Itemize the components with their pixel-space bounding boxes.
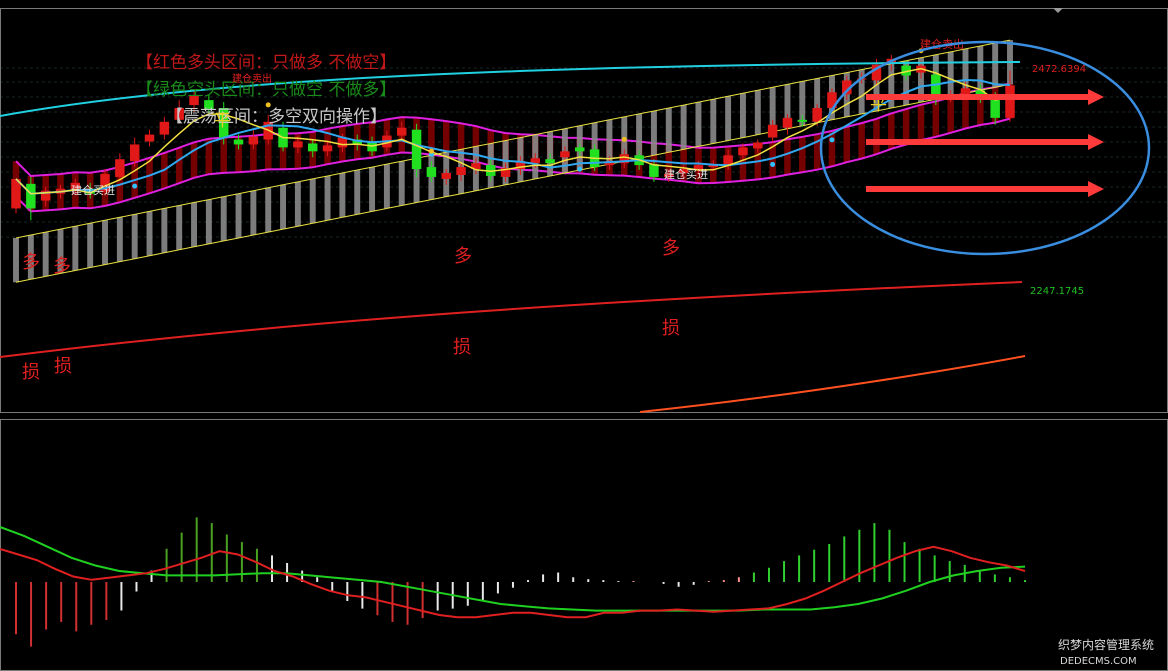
candle-body — [782, 117, 793, 128]
channel-stripe — [383, 164, 390, 209]
channel-stripe — [116, 217, 123, 262]
candle-body — [441, 173, 451, 179]
channel-stripe — [102, 220, 108, 265]
signal-dot-blue — [132, 183, 138, 189]
legend-shock-zone: 【震荡区间：多空双向操作】 — [166, 107, 387, 127]
candle-body — [545, 159, 555, 164]
channel-stripe — [131, 214, 138, 259]
candle-body — [115, 159, 125, 177]
price-label-lower: 2247.1745 — [1030, 286, 1084, 297]
band-stripe — [843, 126, 851, 163]
candle-body — [456, 167, 466, 175]
channel-stripe — [235, 193, 242, 238]
candle-body — [233, 139, 244, 145]
price-label-upper: 2472.6394 — [1032, 64, 1086, 75]
signal-dot-blue — [577, 166, 583, 172]
channel-stripe — [191, 202, 197, 247]
channel-stripe — [725, 96, 732, 141]
channel-stripe — [205, 199, 212, 244]
signal-dot-yellow — [621, 136, 627, 142]
signal-build-buy-1: 建仓买进 — [71, 183, 115, 197]
band-stripe — [784, 139, 791, 175]
candle-body — [248, 136, 259, 145]
candle-body — [307, 143, 318, 152]
band-stripe — [932, 101, 940, 137]
candle-body — [990, 98, 1000, 118]
channel-stripe — [992, 43, 999, 88]
channel-stripe — [146, 211, 153, 256]
candle-body — [649, 164, 659, 177]
watermark-text: 织梦内容管理系统 — [1058, 637, 1154, 652]
channel-stripe — [680, 105, 687, 150]
band-stripe — [828, 130, 836, 167]
candle-body — [767, 124, 778, 138]
candle-body — [560, 151, 570, 158]
watermark-sub: DEDECMS.COM — [1060, 656, 1137, 667]
channel-stripe — [739, 93, 746, 138]
legend-red-zone: 【红色多头区间：只做多 不做空】 — [136, 53, 396, 73]
channel-stripe — [220, 196, 227, 241]
band-stripe — [873, 118, 880, 155]
signal-build-sell-2: 建仓卖出 — [232, 72, 272, 85]
band-stripe — [947, 97, 954, 133]
candle-body — [575, 147, 585, 152]
signal-dot-blue — [829, 137, 835, 143]
channel-stripe — [650, 110, 657, 156]
candle-body — [753, 142, 763, 149]
band-stripe — [858, 123, 865, 159]
signal-duo-4: 多 — [662, 238, 680, 259]
candle-body — [144, 134, 155, 142]
channel-stripe — [294, 181, 301, 227]
candle-body — [396, 127, 407, 136]
candle-body — [322, 145, 333, 152]
channel-stripe — [754, 90, 761, 135]
channel-stripe — [339, 173, 346, 218]
channel-stripe — [309, 178, 316, 224]
signal-sun-1: 损 — [22, 362, 40, 383]
candle-body — [426, 167, 437, 177]
signal-build-buy-2: 建仓买进 — [664, 167, 708, 181]
channel-stripe — [695, 102, 702, 147]
candle-body — [26, 183, 36, 209]
candle-body — [411, 129, 422, 170]
signal-dot-yellow — [428, 148, 434, 154]
channel-stripe — [265, 187, 272, 233]
channel-stripe — [42, 232, 49, 277]
channel-stripe — [87, 223, 94, 268]
channel-stripe — [280, 184, 287, 230]
channel-stripe — [665, 108, 672, 153]
candle-body — [293, 141, 303, 148]
candle-body — [129, 144, 140, 162]
channel-stripe — [13, 237, 19, 283]
channel-stripe — [710, 99, 717, 144]
candle-body — [530, 158, 541, 164]
band-stripe — [175, 147, 183, 184]
channel-stripe — [947, 51, 954, 97]
signal-duo-3: 多 — [454, 246, 472, 267]
channel-stripe — [398, 161, 405, 206]
channel-stripe — [72, 226, 79, 271]
candle-body — [812, 108, 822, 122]
channel-stripe — [250, 190, 257, 236]
channel-stripe — [176, 205, 183, 250]
signal-duo-2: 多 — [53, 256, 71, 277]
band-stripe — [917, 104, 925, 141]
channel-stripe — [369, 167, 376, 212]
candle-body — [738, 147, 748, 156]
signal-duo-1: 多 — [22, 252, 40, 273]
band-stripe — [190, 142, 198, 178]
channel-stripe — [977, 45, 984, 91]
candle-body — [1005, 85, 1015, 118]
signal-sun-2: 损 — [54, 356, 72, 377]
signal-sun-4: 损 — [662, 318, 680, 339]
channel-stripe — [161, 208, 168, 253]
candle-body — [797, 119, 808, 122]
signal-dot-blue — [770, 161, 776, 167]
channel-stripe — [324, 175, 331, 221]
signal-sun-3: 损 — [453, 337, 471, 358]
band-stripe — [799, 136, 806, 173]
signal-ping-1: 平 — [214, 111, 231, 131]
trading-chart: 【红色多头区间：只做多 不做空】 【绿色空头区间：只做空 不做多】 【震荡区间：… — [0, 0, 1168, 671]
channel-stripe — [354, 170, 361, 215]
